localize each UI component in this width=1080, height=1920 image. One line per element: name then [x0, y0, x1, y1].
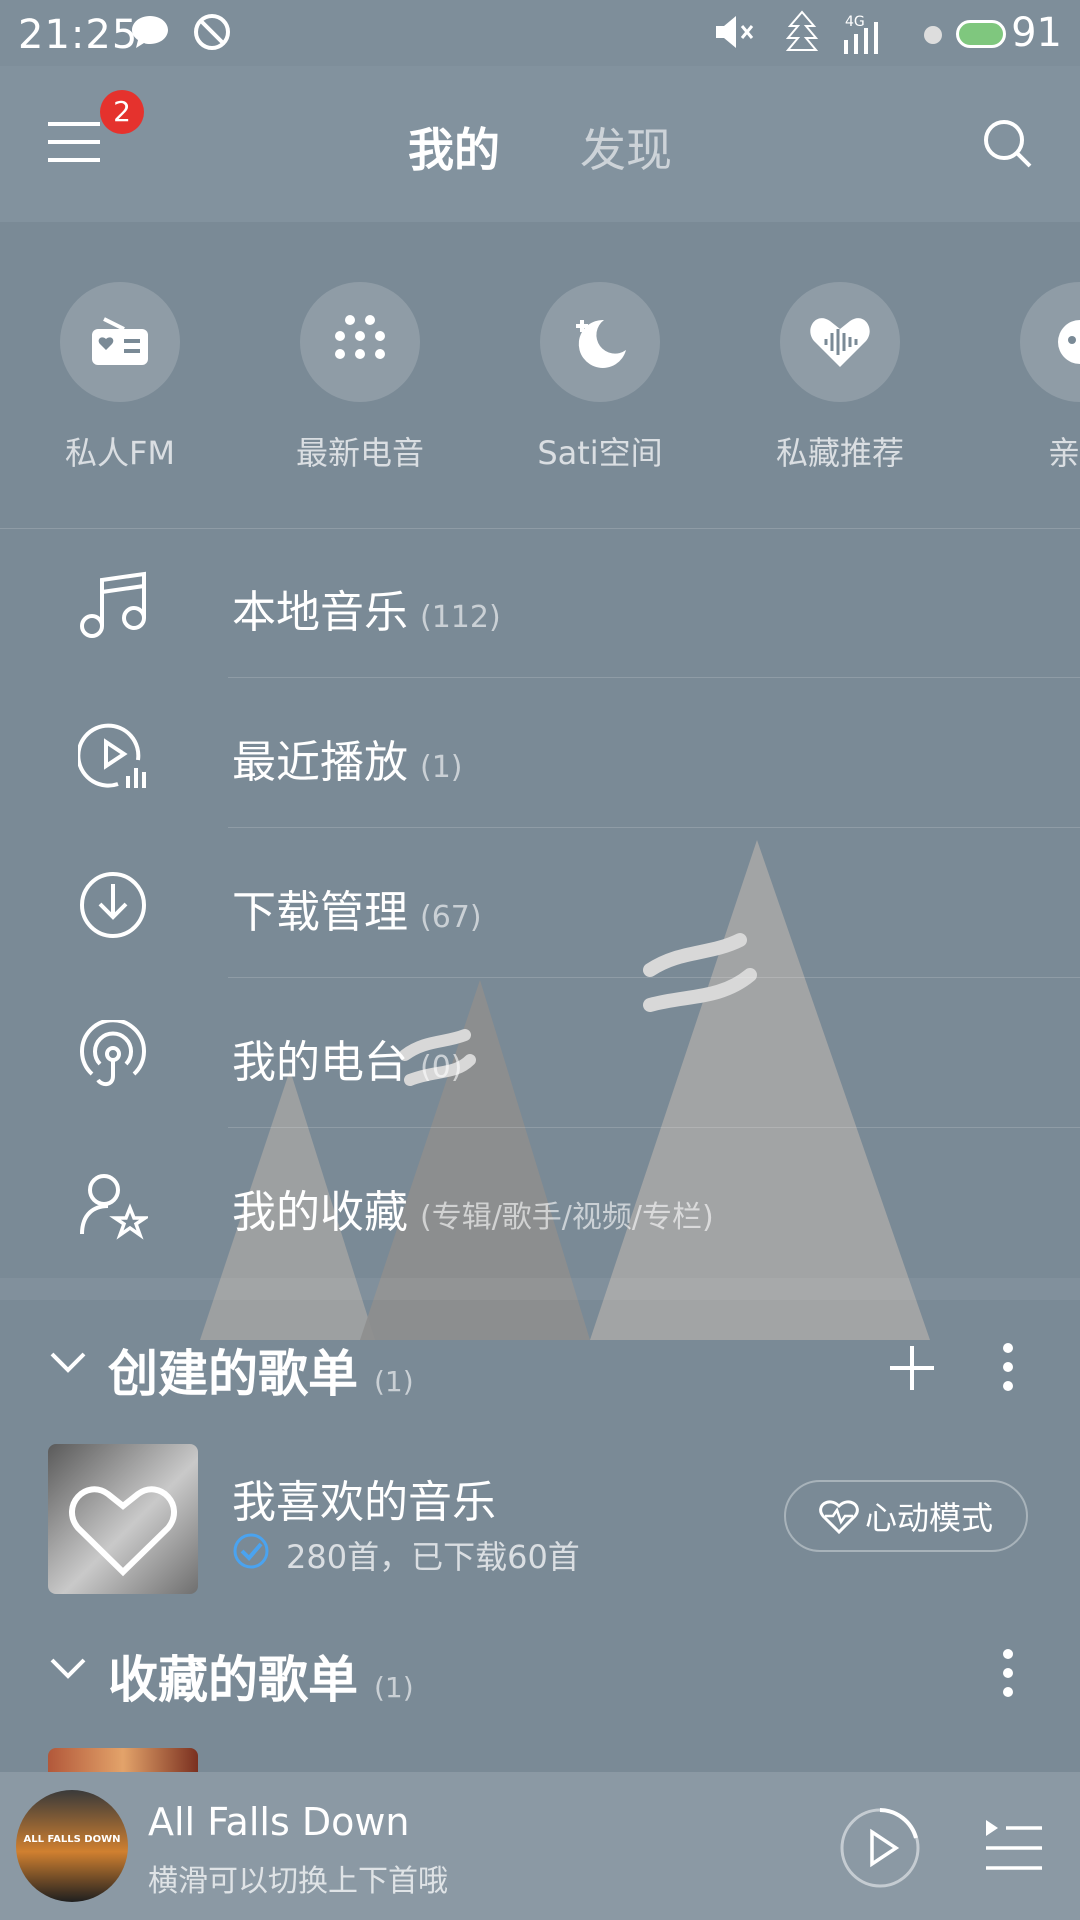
battery-percent: 91 [1011, 10, 1062, 56]
add-icon[interactable] [888, 1344, 936, 1392]
user-star-icon [80, 1174, 148, 1240]
quick-item-fm[interactable]: 私人FM [20, 282, 220, 474]
top-nav [0, 66, 1080, 222]
chevron-down-icon[interactable] [48, 1654, 88, 1682]
menu-row-radio[interactable]: 我的电台 (0) [0, 978, 1080, 1128]
music-note-icon [80, 571, 146, 638]
dnd-icon [194, 14, 230, 50]
status-time: 21:25 [18, 12, 139, 58]
notification-badge: 2 [100, 90, 144, 134]
menu-count: (1) [420, 750, 463, 785]
podcast-icon [80, 1020, 146, 1087]
kids-icon [1058, 320, 1080, 364]
play-icon[interactable] [838, 1806, 922, 1890]
menu-label: 本地音乐 [232, 587, 408, 638]
menu-count: (专辑/歌手/视频/专栏) [420, 1200, 714, 1235]
dots-grid-icon [335, 315, 385, 359]
collected-playlist-cover[interactable] [48, 1748, 198, 1772]
mute-icon [716, 16, 754, 48]
nfc-icon [924, 26, 942, 44]
quick-item-sati[interactable]: Sati空间 [500, 282, 700, 474]
quick-item-edm[interactable]: 最新电音 [260, 282, 460, 474]
playlist-cover[interactable] [48, 1444, 198, 1594]
cover-text: ALL FALLS DOWN [23, 1834, 121, 1845]
quick-label: Sati空间 [537, 434, 663, 472]
battery-icon [956, 20, 1006, 48]
heart-wave-icon [810, 318, 870, 367]
recent-play-icon [78, 723, 146, 788]
quick-item-recommend[interactable]: 私藏推荐 [740, 282, 940, 474]
menu-label: 最近播放 [232, 737, 408, 788]
menu-count: (0) [420, 1050, 463, 1085]
heartbeat-mode-label: 心动模式 [864, 1499, 993, 1537]
menu-label: 下载管理 [232, 887, 408, 938]
section-collected: 收藏的歌单 (1) [108, 1640, 414, 1712]
search-icon[interactable] [982, 118, 1034, 170]
menu-row-favorites[interactable]: 我的收藏 (专辑/歌手/视频/专栏) [0, 1128, 1080, 1278]
quick-label: 亲子 [1047, 434, 1080, 472]
heart-icon [69, 1486, 177, 1577]
menu-count: (112) [420, 600, 501, 635]
menu-row-downloads[interactable]: 下载管理 (67) [0, 828, 1080, 978]
menu-icon[interactable] [48, 120, 100, 164]
section-created: 创建的歌单 (1) [108, 1334, 414, 1406]
section-gap [0, 1278, 1080, 1300]
heartbeat-mode-button[interactable]: 心动模式 [784, 1480, 1028, 1552]
more-icon[interactable] [994, 1646, 1022, 1700]
section-count: (1) [374, 1671, 414, 1704]
download-icon [80, 872, 146, 938]
signal-icon [844, 22, 878, 54]
menu-count: (67) [420, 900, 482, 935]
section-title: 收藏的歌单 [108, 1651, 358, 1709]
tab-discover[interactable]: 发现 [580, 114, 672, 180]
section-count: (1) [374, 1365, 414, 1398]
moon-icon [576, 319, 626, 368]
section-title: 创建的歌单 [108, 1345, 358, 1403]
menu-row-local-music[interactable]: 本地音乐 (112) [0, 528, 1080, 678]
now-playing-subtitle: 横滑可以切换上下首哦 [148, 1864, 448, 1899]
menu-row-recent[interactable]: 最近播放 (1) [0, 678, 1080, 828]
playlist-queue-icon[interactable] [984, 1818, 1044, 1874]
quick-label: 私人FM [64, 434, 176, 472]
heartbeat-icon [819, 1500, 859, 1534]
quick-item-kids[interactable]: 亲子 [980, 282, 1080, 474]
now-playing-cover[interactable]: ALL FALLS DOWN [16, 1790, 128, 1902]
now-playing-title: All Falls Down [148, 1800, 410, 1844]
quick-label: 私藏推荐 [775, 434, 904, 472]
radio-icon [92, 317, 148, 365]
status-bar: 21:25 4G 91 [0, 0, 1080, 66]
message-icon [132, 16, 168, 48]
tab-mine[interactable]: 我的 [408, 114, 500, 180]
menu-label: 我的电台 [232, 1037, 408, 1088]
chevron-down-icon[interactable] [48, 1348, 88, 1376]
wifi-tree-icon [785, 10, 819, 51]
menu-label: 我的收藏 [232, 1187, 408, 1238]
downloaded-check-icon [233, 1533, 269, 1569]
more-icon[interactable] [994, 1340, 1022, 1394]
quick-label: 最新电音 [295, 434, 424, 472]
playlist-meta: 280首，已下载60首 [286, 1538, 580, 1576]
playlist-name[interactable]: 我喜欢的音乐 [232, 1466, 496, 1530]
